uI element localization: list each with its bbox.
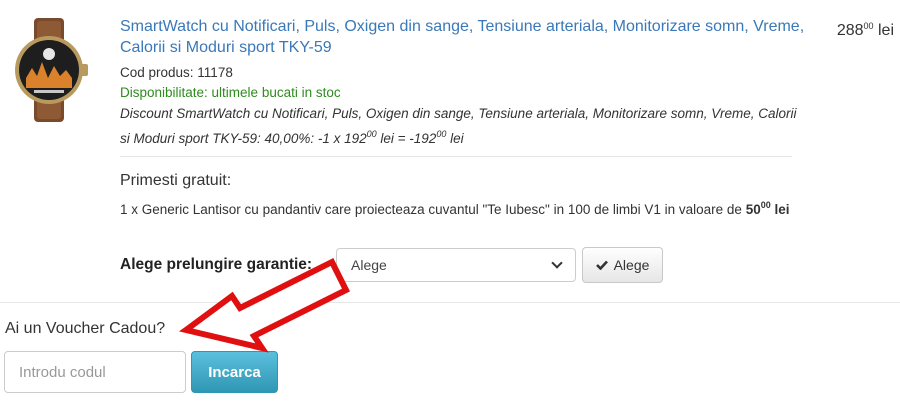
warranty-choose-button[interactable]: Alege — [582, 247, 663, 283]
discount-decimals-1: 00 — [366, 129, 377, 139]
gift-value: 5000 lei — [745, 200, 790, 217]
discount-info: Discount SmartWatch cu Notificari, Puls,… — [120, 103, 800, 149]
warranty-button-label: Alege — [613, 257, 650, 273]
price-decimals: 00 — [863, 21, 874, 31]
gift-value-decimals: 00 — [760, 200, 771, 210]
discount-decimals-2: 00 — [436, 129, 447, 139]
discount-end: lei — [446, 131, 464, 146]
section-divider — [120, 156, 792, 157]
price-currency: lei — [877, 22, 894, 39]
discount-middle: lei = -192 — [376, 131, 437, 146]
warranty-select-value: Alege — [351, 257, 387, 273]
voucher-code-input[interactable] — [4, 351, 186, 393]
product-code: Cod produs: 11178 — [120, 65, 233, 80]
gift-heading: Primesti gratuit: — [120, 172, 232, 189]
gift-description-text: 1 x Generic Lantisor cu pandantiv care p… — [120, 202, 746, 217]
product-image[interactable] — [4, 18, 96, 122]
gift-description: 1 x Generic Lantisor cu pandantiv care p… — [120, 195, 800, 220]
product-price: 28800 lei — [837, 21, 894, 40]
product-title-link[interactable]: SmartWatch cu Notificari, Puls, Oxigen d… — [120, 16, 810, 58]
check-icon — [595, 260, 608, 270]
gift-value-currency: lei — [774, 202, 790, 217]
price-int: 288 — [836, 22, 864, 39]
voucher-submit-button[interactable]: Incarca — [191, 351, 278, 393]
warranty-select[interactable]: Alege — [336, 248, 576, 282]
availability-status: Disponibilitate: ultimele bucati in stoc — [120, 85, 341, 100]
gift-value-int: 50 — [745, 202, 761, 217]
chevron-down-icon — [551, 257, 563, 269]
voucher-heading: Ai un Voucher Cadou? — [5, 320, 166, 337]
page-divider — [0, 302, 900, 303]
warranty-label: Alege prelungire garantie: — [120, 256, 313, 273]
